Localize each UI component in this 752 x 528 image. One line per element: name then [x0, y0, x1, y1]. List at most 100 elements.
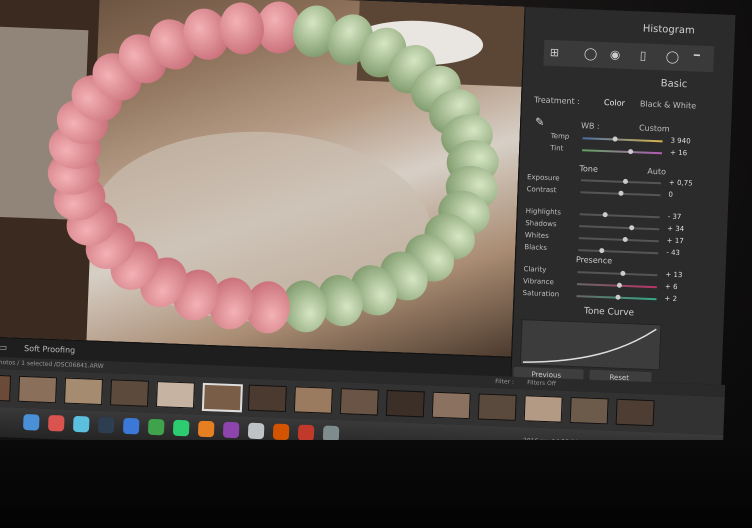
- temp-slider-knob[interactable]: [612, 136, 619, 142]
- dock-app-icon[interactable]: [122, 417, 140, 435]
- whites-value[interactable]: + 17: [667, 237, 684, 246]
- filmstrip-thumbnail[interactable]: [201, 382, 243, 413]
- filmstrip-thumbnail[interactable]: [293, 386, 333, 414]
- brush-icon[interactable]: ━: [694, 50, 700, 61]
- blacks-label: Blacks: [524, 243, 548, 252]
- filmstrip-thumbnail[interactable]: [64, 377, 104, 405]
- filmstrip-thumbnail[interactable]: [18, 375, 58, 404]
- highlights-label: Highlights: [525, 207, 562, 217]
- macaron-image: [0, 0, 525, 341]
- radial-filter-icon[interactable]: ◯: [666, 49, 680, 64]
- histogram-title[interactable]: Histogram: [643, 23, 695, 36]
- tone-curve-title[interactable]: Tone Curve: [584, 306, 634, 318]
- filmstrip-path[interactable]: All photos / 1 selected /DSC06841.ARW: [0, 358, 104, 370]
- tone-title: Tone: [579, 164, 599, 174]
- shadows-slider-knob[interactable]: [629, 225, 635, 231]
- contrast-label: Contrast: [526, 185, 557, 195]
- treatment-color-option[interactable]: Color: [604, 98, 625, 108]
- before-after-icon[interactable]: ▭▭: [0, 343, 7, 354]
- contrast-slider[interactable]: [580, 190, 661, 197]
- filmstrip-thumbnail[interactable]: [339, 388, 379, 416]
- eyedropper-icon[interactable]: ✎: [535, 115, 545, 128]
- saturation-label: Saturation: [522, 289, 560, 299]
- blacks-value[interactable]: - 43: [666, 249, 680, 258]
- filmstrip-thumbnail[interactable]: [0, 374, 12, 402]
- highlights-value[interactable]: - 37: [668, 213, 682, 222]
- highlights-slider-knob[interactable]: [602, 212, 608, 218]
- tint-slider-knob[interactable]: [627, 148, 633, 155]
- treatment-label: Treatment :: [533, 95, 581, 107]
- exposure-slider-knob[interactable]: [622, 178, 628, 185]
- wb-select[interactable]: Custom: [639, 123, 670, 133]
- dock-app-icon[interactable]: [172, 419, 190, 437]
- tone-curve-graph[interactable]: [519, 319, 662, 371]
- filmstrip-thumbnail[interactable]: [247, 384, 287, 413]
- exposure-label: Exposure: [526, 173, 560, 183]
- soft-proofing-toggle[interactable]: Soft Proofing: [24, 344, 75, 355]
- shadows-value[interactable]: + 34: [667, 225, 684, 234]
- saturation-value[interactable]: + 2: [664, 295, 677, 303]
- graduated-filter-icon[interactable]: ▯: [640, 48, 647, 62]
- vibrance-slider[interactable]: [576, 282, 657, 289]
- filmstrip-thumbnail[interactable]: [569, 396, 609, 425]
- saturation-slider[interactable]: [576, 294, 657, 301]
- temp-label: Temp: [550, 132, 570, 141]
- vibrance-value[interactable]: + 6: [665, 283, 678, 291]
- filmstrip-thumbnail[interactable]: [109, 379, 149, 407]
- saturation-slider-knob[interactable]: [615, 294, 621, 300]
- filmstrip-thumbnail[interactable]: [615, 398, 655, 427]
- shadows-label: Shadows: [525, 219, 557, 229]
- basic-title[interactable]: Basic: [661, 78, 688, 90]
- dock-app-icon[interactable]: [197, 420, 215, 438]
- whites-slider-knob[interactable]: [622, 236, 628, 243]
- filmstrip-thumbnail[interactable]: [155, 381, 195, 409]
- blacks-slider[interactable]: [578, 247, 659, 255]
- tool-strip: ⊞ ◯ ◉ ▯ ◯ ━: [543, 39, 715, 73]
- tint-slider[interactable]: [582, 148, 663, 155]
- highlights-slider[interactable]: [579, 212, 660, 219]
- whites-label: Whites: [524, 231, 549, 241]
- filmstrip-thumbnail[interactable]: [385, 389, 425, 418]
- lightroom-window: Histogram ⊞ ◯ ◉ ▯ ◯ ━ Basic Treatment : …: [0, 0, 752, 496]
- filmstrip-thumbnail[interactable]: [477, 393, 517, 421]
- shadows-slider[interactable]: [579, 225, 660, 231]
- monitor-bezel: [0, 440, 752, 528]
- dock-app-icon[interactable]: [47, 414, 65, 432]
- tone-auto-button[interactable]: Auto: [647, 167, 666, 177]
- filmstrip-thumbnail[interactable]: [523, 395, 563, 423]
- exposure-value[interactable]: + 0,75: [669, 179, 693, 188]
- clarity-slider[interactable]: [577, 270, 658, 277]
- dock-app-icon[interactable]: [72, 415, 90, 433]
- clarity-value[interactable]: + 13: [665, 271, 682, 280]
- whites-slider[interactable]: [578, 236, 659, 243]
- dock-app-icon[interactable]: [97, 416, 115, 434]
- filters-off-select[interactable]: Filters Off: [527, 379, 556, 387]
- exposure-slider[interactable]: [580, 178, 661, 185]
- wb-label: WB :: [580, 121, 600, 131]
- clarity-slider-knob[interactable]: [619, 270, 626, 276]
- filmstrip-thumbnail[interactable]: [431, 391, 471, 420]
- blacks-slider-knob[interactable]: [599, 247, 605, 254]
- presence-title: Presence: [575, 255, 613, 266]
- red-eye-icon[interactable]: ◉: [610, 47, 621, 61]
- dock-app-icon[interactable]: [222, 421, 240, 439]
- dock-app-icon[interactable]: [147, 418, 165, 436]
- temp-value[interactable]: 3 940: [670, 137, 690, 146]
- contrast-slider-knob[interactable]: [618, 190, 624, 196]
- filter-label: Filter :: [495, 378, 515, 386]
- contrast-value[interactable]: 0: [668, 191, 673, 199]
- dock-app-icon[interactable]: [297, 424, 315, 442]
- vibrance-slider-knob[interactable]: [617, 282, 623, 288]
- vibrance-label: Vibrance: [522, 277, 555, 287]
- monitor-photo: Histogram ⊞ ◯ ◉ ▯ ◯ ━ Basic Treatment : …: [0, 0, 752, 528]
- spot-removal-icon[interactable]: ◯: [584, 46, 598, 61]
- dock-app-icon[interactable]: [272, 423, 290, 441]
- dock-app-icon[interactable]: [247, 422, 265, 440]
- clarity-label: Clarity: [523, 265, 547, 274]
- tint-value[interactable]: + 16: [670, 149, 687, 158]
- crop-icon[interactable]: ⊞: [550, 46, 560, 59]
- dock-app-icon[interactable]: [22, 413, 40, 431]
- treatment-bw-option[interactable]: Black & White: [640, 99, 697, 110]
- temp-slider[interactable]: [582, 136, 663, 143]
- develop-panel: Histogram ⊞ ◯ ◉ ▯ ◯ ━ Basic Treatment : …: [510, 6, 736, 385]
